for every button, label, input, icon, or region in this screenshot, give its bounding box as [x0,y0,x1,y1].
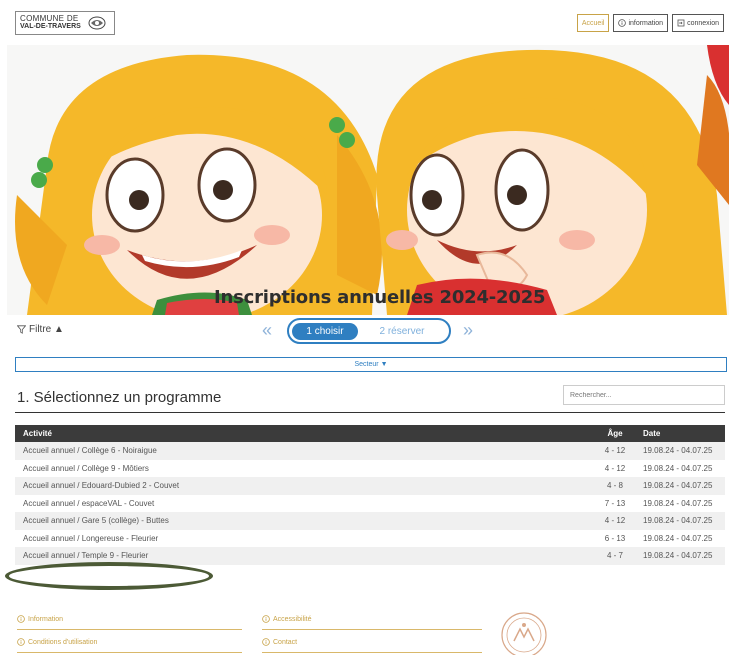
cell-date: 19.08.24 - 04.07.25 [643,533,713,543]
info-icon [17,638,25,646]
nav-information-label: information [628,19,664,27]
step-reserver[interactable]: 2 réserver [367,323,437,340]
info-icon [618,19,627,27]
cell-age: 6 - 13 [604,533,626,543]
cell-age: 4 - 12 [604,516,626,526]
table-header: Activité Âge Date [15,425,725,442]
step-indicator: 1 choisir 2 réserver [287,318,451,344]
cell-activity: Accueil annuel / Gare 5 (collège) - Butt… [23,516,169,526]
cell-date: 19.08.24 - 04.07.25 [643,481,713,491]
nav-information-button[interactable]: information [613,14,669,32]
previous-step-arrow[interactable]: « [262,320,272,341]
cell-date: 19.08.24 - 04.07.25 [643,516,713,526]
footer-divider [262,629,482,630]
cell-age: 4 - 12 [604,463,626,473]
filter-label: Filtre ▲ [29,324,64,335]
cell-age: 4 - 12 [604,446,626,456]
page: COMMUNE DE VAL-DE-TRAVERS Accueil inform… [0,0,729,655]
table-row[interactable]: Accueil annuel / Collège 9 - Môtiers 4 - … [15,459,725,477]
info-icon [17,615,25,623]
footer-link-conditions-label: Conditions d'utilisation [28,638,98,646]
cell-activity: Accueil annuel / Collège 9 - Môtiers [23,463,149,473]
program-table: Activité Âge Date Accueil annuel / Collè… [15,425,725,565]
cell-age: 7 - 13 [604,498,626,508]
nav-connexion-button[interactable]: connexion [672,14,724,32]
logo-line1: COMMUNE DE [20,14,79,23]
table-row[interactable]: Accueil annuel / Edouard-Dubied 2 - Couv… [15,477,725,495]
table-row[interactable]: Accueil annuel / Longereuse - Fleurier 6 … [15,529,725,547]
footer-divider [262,652,482,653]
search-input[interactable] [563,385,725,405]
section-divider [15,412,725,413]
footer-link-information[interactable]: Information [17,615,63,623]
step-choisir[interactable]: 1 choisir [292,323,358,340]
filter-icon [17,325,26,334]
cell-date: 19.08.24 - 04.07.25 [643,551,713,561]
info-icon [262,615,270,623]
cell-activity: Accueil annuel / Longereuse - Fleurier [23,533,159,543]
footer-divider [17,652,242,653]
cell-age: 4 - 8 [606,481,623,491]
footer-link-contact[interactable]: Contact [262,638,297,646]
column-header-age[interactable]: Âge [591,429,639,438]
column-header-date[interactable]: Date [639,429,725,438]
crest-icon [88,16,106,30]
cell-activity: Accueil annuel / Temple 9 - Fleurier [23,551,149,561]
nav-accueil-label: Accueil [581,19,605,27]
nav-connexion-label: connexion [687,19,719,27]
cell-date: 19.08.24 - 04.07.25 [643,463,713,473]
nav-accueil-button[interactable]: Accueil [576,14,610,32]
footer-link-accessibilite[interactable]: Accessibilité [262,615,312,623]
next-step-arrow[interactable]: » [463,320,473,341]
secteur-dropdown[interactable]: Secteur ▼ [15,357,727,372]
footer-link-accessibilite-label: Accessibilité [273,615,312,623]
children-illustration-image [15,45,729,315]
table-row[interactable]: Accueil annuel / Gare 5 (collège) - Butt… [15,512,725,530]
footer-link-information-label: Information [28,615,64,623]
cell-activity: Accueil annuel / espaceVAL - Couvet [23,498,155,508]
cell-date: 19.08.24 - 04.07.25 [643,446,713,456]
banner-illustration [7,45,729,315]
login-icon [677,19,685,27]
highlight-ellipse-annotation [5,562,213,590]
footer-link-conditions[interactable]: Conditions d'utilisation [17,638,97,646]
section-title: 1. Sélectionnez un programme [17,389,222,406]
cell-age: 4 - 7 [606,551,623,561]
quality-seal-icon [501,612,547,655]
logo-line2: VAL-DE-TRAVERS [20,23,81,30]
footer-divider [17,629,242,630]
top-navigation: Accueil information connexion [576,14,724,32]
filter-toggle[interactable]: Filtre ▲ [17,324,64,335]
cell-date: 19.08.24 - 04.07.25 [643,498,713,508]
table-row[interactable]: Accueil annuel / Collège 6 - Noiraigue 4 … [15,442,725,460]
footer-link-contact-label: Contact [273,638,298,646]
cell-activity: Accueil annuel / Edouard-Dubied 2 - Couv… [23,481,180,491]
table-row[interactable]: Accueil annuel / espaceVAL - Couvet 7 - 1… [15,494,725,512]
info-icon [262,638,270,646]
banner-title: Inscriptions annuelles 2024-2025 [214,287,546,308]
cell-activity: Accueil annuel / Collège 6 - Noiraigue [23,446,157,456]
column-header-activity[interactable]: Activité [15,429,591,438]
commune-logo[interactable]: COMMUNE DE VAL-DE-TRAVERS [15,11,115,35]
table-body: Accueil annuel / Collège 6 - Noiraigue 4 … [15,442,725,565]
